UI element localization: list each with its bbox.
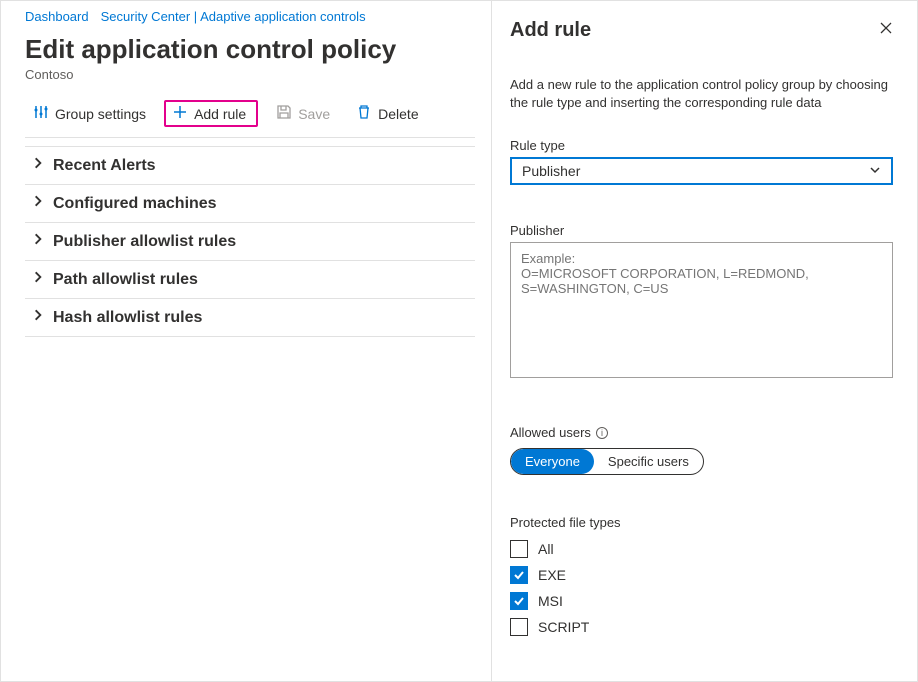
checkbox-label: All <box>538 541 554 557</box>
chevron-right-icon <box>31 156 45 175</box>
button-label: Save <box>298 106 330 122</box>
panel-description: Add a new rule to the application contro… <box>510 76 893 112</box>
close-button[interactable] <box>879 21 893 38</box>
section-publisher-rules[interactable]: Publisher allowlist rules <box>25 222 475 260</box>
section-label: Recent Alerts <box>53 157 156 175</box>
breadcrumb-item[interactable]: Dashboard <box>25 9 89 24</box>
allowed-users-label: Allowed users i <box>510 425 893 440</box>
section-label: Hash allowlist rules <box>53 309 202 327</box>
checkbox-icon <box>510 566 528 584</box>
sliders-icon <box>33 104 49 123</box>
checkbox-icon <box>510 592 528 610</box>
button-label: Delete <box>378 106 418 122</box>
section-configured-machines[interactable]: Configured machines <box>25 184 475 222</box>
save-icon <box>276 104 292 123</box>
section-label: Publisher allowlist rules <box>53 233 236 251</box>
file-types-list: All EXE MSI SCRIPT <box>510 540 893 636</box>
sections-accordion: Recent Alerts Configured machines Publis… <box>25 146 475 337</box>
group-settings-button[interactable]: Group settings <box>25 100 154 127</box>
button-label: Add rule <box>194 106 246 122</box>
publisher-textarea[interactable] <box>510 242 893 378</box>
toggle-specific-users[interactable]: Specific users <box>594 449 703 474</box>
delete-button[interactable]: Delete <box>348 100 426 127</box>
rule-type-select[interactable]: Publisher <box>510 157 893 185</box>
toggle-everyone[interactable]: Everyone <box>511 449 594 474</box>
panel-title: Add rule <box>510 19 893 42</box>
checkbox-icon <box>510 618 528 636</box>
page-subtitle: Contoso <box>25 67 475 82</box>
section-hash-rules[interactable]: Hash allowlist rules <box>25 298 475 337</box>
chevron-right-icon <box>31 270 45 289</box>
select-value: Publisher <box>522 163 580 179</box>
checkbox-exe[interactable]: EXE <box>510 566 893 584</box>
add-rule-panel: Add rule Add a new rule to the applicati… <box>491 1 917 681</box>
chevron-right-icon <box>31 232 45 251</box>
chevron-right-icon <box>31 308 45 327</box>
checkbox-label: MSI <box>538 593 563 609</box>
checkbox-label: SCRIPT <box>538 619 589 635</box>
checkbox-msi[interactable]: MSI <box>510 592 893 610</box>
checkbox-icon <box>510 540 528 558</box>
checkbox-label: EXE <box>538 567 566 583</box>
chevron-right-icon <box>31 194 45 213</box>
breadcrumb-item[interactable]: Security Center | Adaptive application c… <box>101 9 366 24</box>
rule-type-label: Rule type <box>510 138 893 153</box>
page-title: Edit application control policy <box>25 34 475 65</box>
section-label: Path allowlist rules <box>53 271 198 289</box>
section-path-rules[interactable]: Path allowlist rules <box>25 260 475 298</box>
trash-icon <box>356 104 372 123</box>
checkbox-script[interactable]: SCRIPT <box>510 618 893 636</box>
save-button[interactable]: Save <box>268 100 338 127</box>
publisher-label: Publisher <box>510 223 893 238</box>
button-label: Group settings <box>55 106 146 122</box>
toolbar: Group settings Add rule Save Delete <box>25 100 475 138</box>
allowed-users-toggle: Everyone Specific users <box>510 448 704 475</box>
protected-types-label: Protected file types <box>510 515 893 530</box>
breadcrumb: Dashboard Security Center | Adaptive app… <box>25 9 475 24</box>
add-rule-button[interactable]: Add rule <box>164 100 258 127</box>
section-recent-alerts[interactable]: Recent Alerts <box>25 146 475 184</box>
checkbox-all[interactable]: All <box>510 540 893 558</box>
chevron-down-icon <box>869 163 881 179</box>
close-icon <box>879 22 893 38</box>
plus-icon <box>172 104 188 123</box>
info-icon[interactable]: i <box>596 427 608 439</box>
section-label: Configured machines <box>53 195 217 213</box>
